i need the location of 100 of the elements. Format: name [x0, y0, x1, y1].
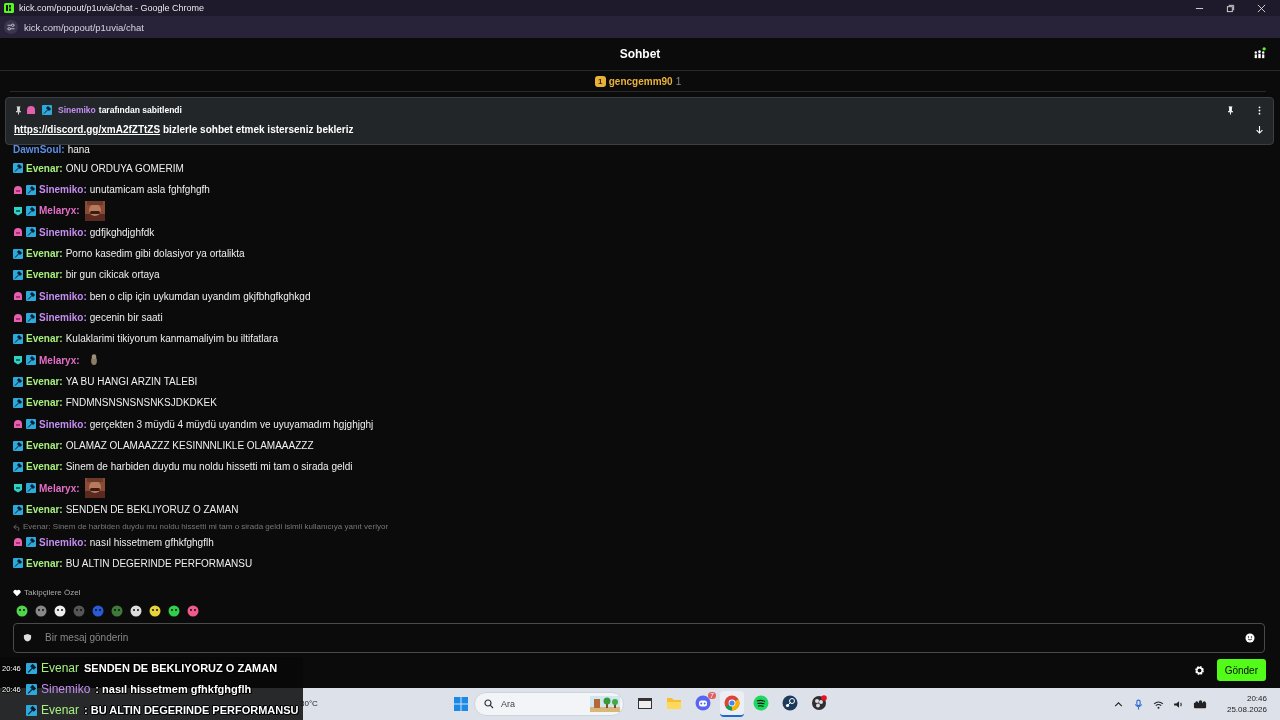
discord-icon [695, 695, 711, 711]
moderator-badge-icon [26, 312, 36, 323]
moderator-badge-icon [26, 704, 37, 716]
moderator-badge-icon [26, 537, 36, 547]
site-settings-icon[interactable] [4, 20, 18, 34]
moderator-badge-icon [13, 558, 23, 569]
followers-only-label: Takipçilere Özel [24, 588, 81, 598]
moderator-badge-icon [26, 227, 36, 238]
username[interactable]: Sinemiko: [39, 536, 87, 548]
founder-badge-icon [13, 483, 23, 494]
username[interactable]: Evenar: [26, 397, 63, 409]
moderator-badge-icon [42, 105, 52, 116]
moderator-badge-icon [26, 291, 36, 302]
username[interactable]: Evenar: [26, 557, 63, 569]
discord-link[interactable]: https://discord.gg/xmA2fZTtZS [14, 123, 161, 135]
subscriber-badge-icon [13, 312, 23, 323]
search-icon [484, 699, 494, 709]
message-text: BU ALTIN DEGERINDE PERFORMANSU [65, 557, 253, 569]
moderator-badge-icon [13, 461, 23, 472]
reply-icon [13, 522, 21, 531]
overlay-message: : BU ALTIN DEGERINDE PERFORMANSU [84, 704, 299, 716]
pinned-message: https://discord.gg/xmA2fZTtZS bizlerle sohbet etmek isterseniz bekleriz [14, 123, 354, 135]
search-field[interactable]: Ara [474, 692, 624, 716]
username[interactable]: Sinemiko: [39, 290, 87, 302]
username[interactable]: Evenar: [26, 269, 63, 281]
username[interactable]: Evenar: [26, 162, 63, 174]
subscriber-badge-icon [13, 291, 23, 302]
moderator-badge-icon [26, 184, 36, 195]
subscriber-badge-icon [26, 105, 36, 116]
microphone-icon[interactable] [1132, 698, 1144, 710]
chat-title: Sohbet [619, 47, 661, 62]
reply-note: Evenar: Sinem de harbiden duydu mu noldu hissetti mi tam o sirada geldi isimli kullanıcıya yanıt veriyor [23, 522, 389, 532]
start-icon[interactable] [453, 696, 469, 712]
clock-date[interactable]: 25.08.2026 [1226, 704, 1267, 715]
wifi-icon[interactable] [1152, 698, 1164, 710]
gift-count: 1 [675, 75, 682, 87]
overlay-message: : nasıl hissetmem gfhkfghgflh [95, 683, 252, 695]
clock-time[interactable]: 20:46 [1246, 693, 1267, 704]
arrow-down-icon[interactable] [1255, 124, 1264, 134]
username[interactable]: Sinemiko: [39, 312, 87, 324]
moderator-badge-icon [26, 683, 37, 695]
username[interactable]: Sinemiko: [39, 184, 87, 195]
message-text: FNDMNSNSNSNSNKSJDKDKEK [65, 397, 217, 409]
moderator-badge-icon [26, 355, 36, 366]
username[interactable]: Melaryx: [39, 205, 80, 217]
chrome-icon [724, 695, 740, 711]
heart-icon [13, 588, 21, 597]
steam-icon [782, 695, 798, 711]
site-logo-icon [4, 3, 14, 13]
emoji-icon[interactable] [1245, 632, 1255, 643]
message-text: OLAMAZ OLAMAAZZZ KESINNNLIKLE OLAMAAAZZZ [65, 440, 314, 452]
message-text: YA BU HANGI ARZIN TALEBI [65, 376, 198, 388]
message-text: SENDEN DE BEKLIYORUZ O ZAMAN [65, 504, 239, 516]
username[interactable]: Evenar: [26, 376, 63, 388]
gifter-name[interactable]: gencgemm90 [608, 75, 673, 87]
message-text: gerçekten 3 müydü 4 müydü uyandım ve uyuyamadım hgjghjghj [89, 418, 374, 430]
window-icon [637, 695, 653, 711]
pinned-by-user[interactable]: Sinemiko [58, 105, 96, 116]
pin-icon[interactable] [1226, 105, 1235, 115]
username[interactable]: Melaryx: [39, 482, 80, 494]
moderator-badge-icon [13, 397, 23, 408]
pinned-label: tarafından sabitlendi [98, 105, 182, 116]
moderator-badge-icon [13, 333, 23, 344]
creature-sticker-icon [88, 353, 99, 368]
subscriber-badge-icon [13, 184, 23, 195]
message-text: bir gun cikicak ortaya [65, 269, 160, 281]
username[interactable]: Evenar: [26, 248, 63, 260]
message-text: nasıl hissetmem gfhkfghgflh [89, 536, 214, 548]
overlay-username: Sinemiko [41, 682, 91, 696]
message-text: hana [67, 144, 90, 156]
subscriber-badge-icon [13, 537, 23, 547]
moderator-badge-icon [26, 662, 37, 674]
moderator-badge-icon [13, 440, 23, 451]
username[interactable]: DawnSoul: [13, 144, 65, 156]
message-text: ONU ORDUYA GOMERIM [65, 162, 184, 174]
username[interactable]: Evenar: [26, 461, 63, 473]
username[interactable]: Evenar: [26, 333, 63, 345]
users-icon[interactable] [1253, 47, 1266, 60]
username[interactable]: Evenar: [26, 440, 63, 452]
username[interactable]: Melaryx: [39, 354, 80, 366]
restore-icon[interactable] [1226, 3, 1235, 13]
overlay-message: SENDEN DE BEKLIYORUZ O ZAMAN [84, 662, 278, 674]
window-title: kick.com/popout/p1uvia/chat - Google Chrome [19, 3, 205, 13]
settings-icon[interactable] [1193, 664, 1205, 676]
spotify-icon [753, 695, 769, 711]
folder-icon [666, 695, 682, 711]
recorder-icon [811, 695, 827, 711]
username[interactable]: Evenar: [26, 504, 63, 516]
address-field[interactable]: kick.com/popout/p1uvia/chat [24, 21, 144, 33]
username[interactable]: Sinemiko: [39, 418, 87, 430]
send-button[interactable]: Gönder [1216, 659, 1266, 682]
subscriber-badge-icon [13, 419, 23, 430]
close-icon[interactable] [1257, 3, 1266, 13]
rank-badge: 1 [594, 75, 606, 87]
username[interactable]: Sinemiko: [39, 226, 87, 238]
shield-icon [23, 632, 32, 642]
message-text: Porno kasedim gibi dolasiyor ya ortalikta [65, 248, 245, 260]
founder-badge-icon [13, 355, 23, 366]
message-input-field[interactable]: Bir mesaj gönderin [13, 622, 1265, 653]
subscriber-badge-icon [13, 227, 23, 238]
